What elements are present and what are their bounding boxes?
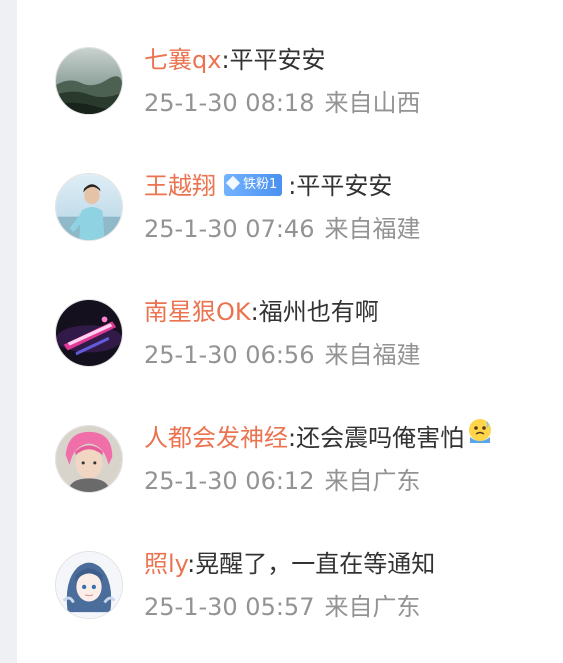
fan-badge-label: 铁粉1 — [243, 177, 278, 192]
comment-time: 25-1-30 08:18 — [144, 89, 315, 117]
comment-time: 25-1-30 05:57 — [144, 593, 315, 621]
avatar-person-photo-icon — [56, 174, 122, 240]
avatar[interactable] — [55, 551, 123, 619]
comment-item: 王越翔 铁粉1:平平安安 25-1-30 07:46 来自福建 — [17, 166, 563, 266]
comment-time: 25-1-30 06:12 — [144, 467, 315, 495]
comment-location: 来自福建 — [324, 341, 421, 369]
fan-badge[interactable]: 铁粉1 — [224, 174, 283, 196]
avatar[interactable] — [55, 47, 123, 115]
comment-item: 南星狠OK:福州也有啊 25-1-30 06:56 来自福建 — [17, 292, 563, 392]
comment-location: 来自山西 — [324, 89, 421, 117]
avatar-anime-girl-icon — [56, 552, 122, 618]
comment-username[interactable]: 照ly — [144, 550, 187, 578]
left-sidebar-strip — [0, 0, 17, 663]
comment-separator: : — [250, 298, 259, 326]
comment-item: 七襄qx:平平安安 25-1-30 08:18 来自山西 — [17, 40, 563, 140]
comment-username[interactable]: 人都会发神经 — [144, 424, 288, 452]
comment-text: 晃醒了，一直在等通知 — [195, 550, 436, 578]
diamond-icon — [225, 175, 241, 191]
scared-face-emoji-icon — [466, 417, 494, 457]
comment-item: 人都会发神经:还会震吗俺害怕 25-1-30 06:12 来自广东 — [17, 418, 563, 518]
comment-username[interactable]: 王越翔 — [144, 172, 216, 200]
comment-text: 平平安安 — [229, 46, 326, 74]
comment-separator: : — [187, 550, 196, 578]
comment-time: 25-1-30 06:56 — [144, 341, 315, 369]
avatar-pink-hair-icon — [56, 426, 122, 492]
avatar[interactable] — [55, 425, 123, 493]
comment-item: 照ly:晃醒了，一直在等通知 25-1-30 05:57 来自广东 — [17, 544, 563, 644]
avatar[interactable] — [55, 173, 123, 241]
comment-username[interactable]: 七襄qx — [144, 46, 221, 74]
comment-separator: : — [221, 46, 230, 74]
comment-text: 福州也有啊 — [258, 298, 379, 326]
comment-text: 平平安安 — [296, 172, 393, 200]
comment-separator: : — [288, 424, 297, 452]
comment-location: 来自广东 — [324, 593, 421, 621]
comment-time: 25-1-30 07:46 — [144, 215, 315, 243]
avatar[interactable] — [55, 299, 123, 367]
comment-text: 还会震吗俺害怕 — [296, 424, 465, 452]
comment-location: 来自广东 — [324, 467, 421, 495]
comment-username[interactable]: 南星狠OK — [144, 298, 251, 326]
avatar-neon-light-icon — [56, 300, 122, 366]
avatar-landscape-icon — [56, 48, 122, 114]
comment-location: 来自福建 — [324, 215, 421, 243]
